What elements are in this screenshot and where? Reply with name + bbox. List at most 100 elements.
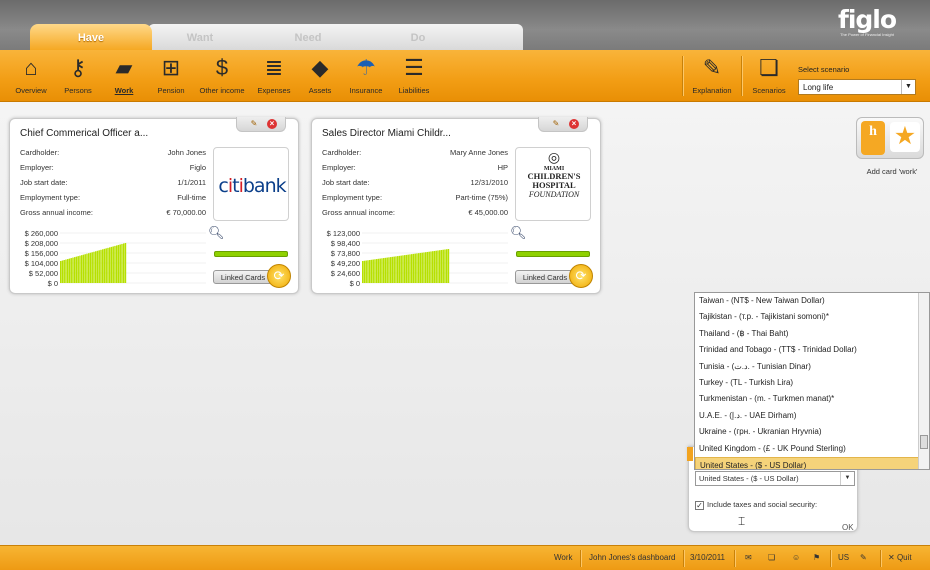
work-card[interactable]: ✎ × Chief Commerical Officer a... Cardhol…: [9, 117, 299, 294]
income-bar: [439, 250, 441, 283]
employer-logo: citibank: [213, 147, 289, 221]
income-bar: [419, 252, 422, 283]
income-bar: [442, 249, 444, 283]
delete-icon[interactable]: ×: [569, 119, 579, 129]
currency-select[interactable]: United States - ($ - US Dollar) ▼: [695, 471, 855, 486]
currency-dropdown-list[interactable]: Taiwan - (NT$ - New Taiwan Dollar) Tajiki…: [694, 292, 930, 470]
card-row: Employment type: Part-time (75%): [322, 193, 508, 202]
person-icon[interactable]: ☺: [792, 553, 800, 562]
income-bar: [117, 244, 120, 283]
refresh-icon[interactable]: ⟳: [569, 264, 593, 288]
tab-want[interactable]: Want: [140, 24, 260, 50]
close-icon: ✕: [888, 553, 895, 562]
income-bar: [370, 259, 373, 283]
magnifier-icon[interactable]: 🔍︎: [510, 225, 527, 241]
income-bar: [421, 252, 423, 283]
status-dashboard[interactable]: John Jones's dashboard: [589, 553, 675, 562]
currency-option[interactable]: Trinidad and Tobago - (TT$ - Trinidad Do…: [695, 342, 919, 358]
income-bar: [425, 252, 427, 283]
scrollbar-thumb[interactable]: [920, 435, 928, 449]
house-icon: ⌂: [24, 55, 38, 80]
currency-option[interactable]: Tunisia - (د.ت. - Tunisian Dinar): [695, 359, 919, 375]
toolbar-overview[interactable]: ⌂ Overview: [12, 54, 50, 95]
income-bar: [386, 257, 388, 283]
scenario-select[interactable]: Long life ▼: [798, 79, 916, 95]
linked-cards-button[interactable]: Linked Cards: [213, 270, 273, 284]
delete-icon[interactable]: ×: [267, 119, 277, 129]
linked-cards-button[interactable]: Linked Cards: [515, 270, 575, 284]
income-bar: [121, 243, 123, 283]
currency-option[interactable]: Ukraine - (грн. - Ukranian Hryvnia): [695, 424, 919, 440]
currency-option[interactable]: Turkmenistan - (m. - Turkmen manat)*: [695, 391, 919, 407]
income-bar: [74, 257, 76, 283]
status-section[interactable]: Work: [554, 553, 573, 562]
toolbar-work[interactable]: ▰ Work: [106, 54, 142, 95]
chevron-down-icon[interactable]: ▼: [901, 80, 915, 94]
toolbar-expenses[interactable]: ≣ Expenses: [254, 54, 294, 95]
mail-icon[interactable]: ✉: [745, 553, 752, 562]
tax-checkbox[interactable]: ✓: [695, 500, 704, 510]
card-row: Job start date: 12/31/2010: [322, 178, 508, 187]
card-title: Chief Commerical Officer a...: [20, 128, 149, 139]
status-locale[interactable]: US: [838, 553, 849, 562]
tab-have[interactable]: Have: [30, 24, 152, 50]
flag-icon[interactable]: ⚑: [813, 553, 820, 562]
chevron-down-icon[interactable]: ▼: [840, 472, 854, 485]
income-bar: [390, 257, 392, 283]
dropdown-scrollbar[interactable]: [918, 293, 929, 469]
income-bar: [77, 256, 79, 283]
tab-need[interactable]: Need: [248, 24, 368, 50]
refresh-icon[interactable]: ⟳: [267, 264, 291, 288]
currency-option[interactable]: Tajikistan - (т.р. - Tajikistani somoni)…: [695, 309, 919, 325]
income-chart: $ 123,000 $ 98,400 $ 73,800 $ 49,200 $ 2…: [318, 229, 508, 288]
card-row: Employer: Figlo: [20, 163, 206, 172]
income-bar: [68, 258, 71, 283]
income-bar: [446, 249, 448, 283]
income-bar: [397, 256, 399, 283]
income-bar: [435, 250, 437, 283]
income-bar: [383, 258, 385, 283]
quit-button[interactable]: ✕ Quit: [888, 553, 912, 562]
currency-option[interactable]: United States - ($ - US Dollar): [695, 456, 919, 469]
toolbar-other-income[interactable]: $ Other income: [196, 54, 248, 95]
scenario-label: Select scenario: [798, 65, 850, 74]
scenario-icon[interactable]: ❏: [768, 553, 775, 562]
currency-option[interactable]: Taiwan - (NT$ - New Taiwan Dollar): [695, 293, 919, 309]
income-bar: [444, 249, 446, 283]
edit-icon[interactable]: ✎: [551, 119, 561, 129]
explanation-icon: ✎: [702, 55, 722, 80]
card-row: Cardholder: Mary Anne Jones: [322, 148, 508, 157]
add-card-button[interactable]: h ★: [856, 117, 924, 159]
edit-icon[interactable]: ✎: [249, 119, 259, 129]
currency-option[interactable]: U.A.E. - (د.إ. - UAE Dirham): [695, 408, 919, 424]
tab-do[interactable]: Do: [358, 24, 478, 50]
currency-option[interactable]: United Kingdom - (£ - UK Pound Sterling): [695, 441, 919, 457]
income-bar: [412, 253, 415, 283]
income-bar: [81, 255, 83, 283]
toolbar-assets[interactable]: ◆ Assets: [302, 54, 338, 95]
magnifier-icon[interactable]: 🔍︎: [208, 225, 225, 241]
income-bar: [124, 243, 127, 283]
card-row: Gross annual income: € 45,000.00: [322, 208, 508, 217]
income-bars: [362, 232, 508, 284]
toolbar-pension[interactable]: ⊞ Pension: [152, 54, 190, 95]
income-bar: [96, 250, 99, 283]
income-bar: [407, 254, 409, 283]
currency-option[interactable]: Turkey - (TL - Turkish Lira): [695, 375, 919, 391]
toolbar-scenarios[interactable]: ❏ Scenarios: [748, 54, 790, 95]
toolbar-persons[interactable]: ⚷ Persons: [60, 54, 96, 95]
toolbar-insurance[interactable]: ☂ Insurance: [345, 54, 387, 95]
income-bar: [404, 255, 406, 283]
income-chart: $ 260,000 $ 208,000 $ 156,000 $ 104,000 …: [16, 229, 206, 288]
ok-button[interactable]: OK: [842, 523, 854, 532]
currency-option[interactable]: Thailand - (฿ - Thai Baht): [695, 326, 919, 342]
income-bar: [100, 249, 102, 283]
income-bar: [426, 251, 429, 283]
income-bar: [367, 260, 369, 283]
income-bar: [84, 254, 86, 283]
toolbar-liabilities[interactable]: ☰ Liabilities: [394, 54, 434, 95]
link-icon[interactable]: ✎: [860, 553, 867, 562]
work-card[interactable]: ✎ × Sales Director Miami Childr... Cardho…: [311, 117, 601, 294]
income-bar: [384, 257, 387, 283]
toolbar-explanation[interactable]: ✎ Explanation: [688, 54, 736, 95]
